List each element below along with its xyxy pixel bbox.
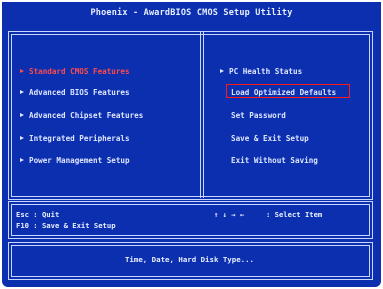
key-help-panel (8, 201, 373, 239)
menu-item-advanced-chipset-features[interactable]: Advanced Chipset Features (20, 111, 143, 120)
menu-item-label: Exit Without Saving (231, 156, 318, 165)
triangle-right-icon (220, 69, 224, 73)
triangle-right-icon (20, 90, 24, 94)
menu-item-label: Advanced BIOS Features (29, 88, 130, 97)
menu-item-exit-without-saving[interactable]: Exit Without Saving (231, 156, 318, 165)
menu-item-label: Set Password (231, 111, 286, 120)
menu-item-standard-cmos-features[interactable]: Standard CMOS Features (20, 67, 130, 76)
help-select-item: : Select Item (266, 210, 323, 219)
menu-divider-inner (203, 31, 204, 198)
menu-item-power-management-setup[interactable]: Power Management Setup (20, 156, 130, 165)
bios-title: Phoenix - AwardBIOS CMOS Setup Utility (2, 2, 381, 24)
selection-highlight-box (226, 84, 350, 98)
menu-item-integrated-peripherals[interactable]: Integrated Peripherals (20, 134, 130, 143)
menu-divider (200, 31, 201, 198)
triangle-right-icon (20, 136, 24, 140)
menu-item-label: Save & Exit Setup (231, 134, 309, 143)
menu-item-label: Advanced Chipset Features (29, 111, 144, 120)
menu-item-advanced-bios-features[interactable]: Advanced BIOS Features (20, 88, 130, 97)
menu-item-label: Power Management Setup (29, 156, 130, 165)
triangle-right-icon (20, 69, 24, 73)
help-f10-save-exit: F10 : Save & Exit Setup (16, 221, 116, 230)
triangle-right-icon (20, 158, 24, 162)
item-description-text: Time, Date, Hard Disk Type... (124, 255, 255, 264)
triangle-right-icon (20, 113, 24, 117)
menu-item-set-password[interactable]: Set Password (231, 111, 286, 120)
menu-item-label: Standard CMOS Features (29, 67, 130, 76)
help-esc-quit: Esc : Quit (16, 210, 60, 219)
menu-item-label: Integrated Peripherals (29, 134, 130, 143)
arrow-keys-icon: ↑ ↓ → ← (214, 210, 245, 219)
menu-item-label: PC Health Status (229, 67, 303, 76)
menu-item-save-exit-setup[interactable]: Save & Exit Setup (231, 134, 309, 143)
menu-item-pc-health-status[interactable]: PC Health Status (220, 67, 302, 76)
